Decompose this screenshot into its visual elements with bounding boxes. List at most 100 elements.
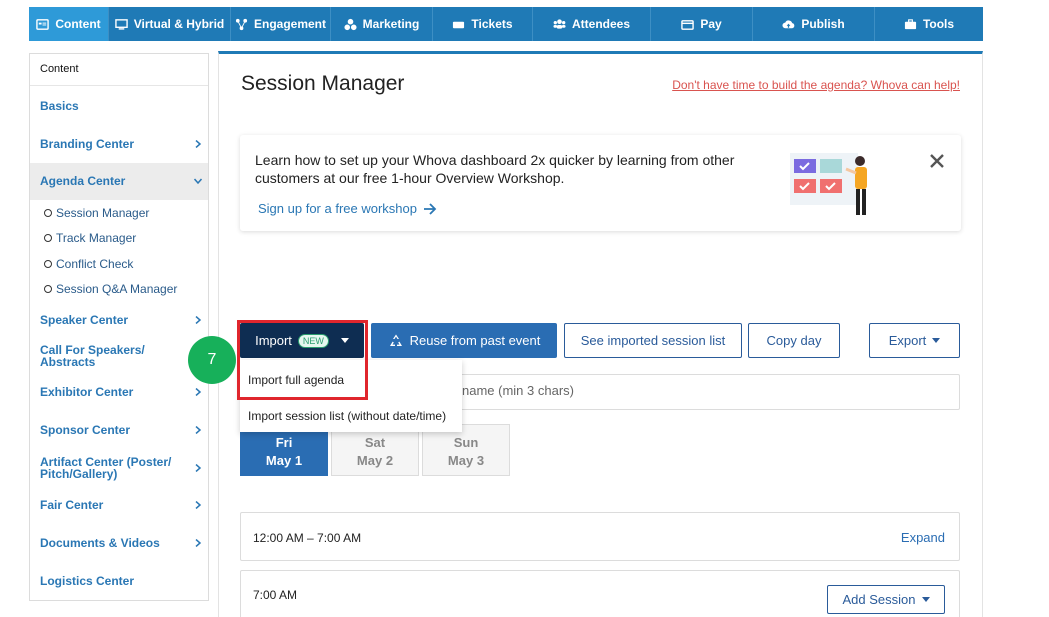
chevron-right-icon	[195, 140, 202, 148]
import-session-list-option[interactable]: Import session list (without date/time)	[248, 409, 446, 423]
sidebar-item-branding-center[interactable]: Branding Center	[30, 138, 208, 150]
sidebar-item-label: Logistics Center	[40, 574, 135, 588]
chevron-down-icon	[194, 178, 202, 185]
add-session-button[interactable]: Add Session	[827, 585, 945, 614]
sidebar-item-label: Agenda Center	[40, 174, 126, 188]
reuse-label: Reuse from past event	[409, 333, 541, 348]
slot-time: 12:00 AM – 7:00 AM	[253, 531, 362, 545]
time-slot: 7:00 AM Add Session	[240, 570, 960, 617]
sidebar-item-documents-videos[interactable]: Documents & Videos	[30, 537, 208, 549]
caret-down-icon	[921, 597, 930, 602]
tab-tickets[interactable]: Tickets	[433, 7, 533, 41]
import-dropdown-menu: Import full agenda Import session list (…	[240, 360, 462, 432]
tab-label: Tickets	[471, 17, 513, 31]
workshop-illustration	[790, 153, 867, 215]
sidebar-item-basics[interactable]: Basics	[30, 100, 208, 112]
page-title: Session Manager	[241, 72, 405, 95]
import-full-agenda-option[interactable]: Import full agenda	[248, 373, 344, 387]
chevron-right-icon	[195, 464, 202, 472]
sidebar-item-label: Sponsor Center	[40, 423, 131, 437]
monitor-icon	[114, 18, 128, 30]
copy-day-label: Copy day	[766, 333, 822, 348]
sidebar-item-label: Speaker Center	[40, 313, 129, 327]
time-slot: 12:00 AM – 7:00 AM Expand	[240, 512, 960, 561]
day-weekday: Sat	[364, 435, 386, 450]
see-imported-label: See imported session list	[580, 333, 726, 348]
card-icon	[681, 19, 695, 30]
chevron-right-icon	[195, 316, 202, 324]
circle-icon	[44, 285, 52, 293]
chevron-right-icon	[195, 539, 202, 547]
sidebar-subitem-label: Track Manager	[56, 231, 137, 245]
tab-marketing[interactable]: Marketing	[331, 7, 433, 41]
sidebar-item-artifact-center[interactable]: Artifact Center (Poster/ Pitch/Gallery)	[30, 456, 208, 480]
sidebar-subitem-label: Session Manager	[56, 206, 150, 220]
sidebar-subitem-label: Conflict Check	[56, 257, 134, 271]
tab-engagement[interactable]: Engagement	[231, 7, 331, 41]
tab-label: Virtual & Hybrid	[133, 17, 225, 31]
see-imported-list-button[interactable]: See imported session list	[564, 323, 742, 358]
sidebar-item-label: Exhibitor Center	[40, 385, 134, 399]
sidebar-subitem-conflict-check[interactable]: Conflict Check	[44, 257, 133, 271]
attendees-icon	[553, 18, 566, 29]
sidebar-item-exhibitor-center[interactable]: Exhibitor Center	[30, 386, 208, 398]
ticket-icon	[453, 21, 465, 28]
copy-day-button[interactable]: Copy day	[748, 323, 840, 358]
day-weekday: Fri	[275, 435, 293, 450]
circle-icon	[44, 260, 52, 268]
step-marker: 7	[188, 336, 236, 384]
chevron-right-icon	[195, 426, 202, 434]
sidebar-subitem-session-manager[interactable]: Session Manager	[44, 206, 149, 220]
sidebar-item-label: Branding Center	[40, 137, 135, 151]
workshop-banner: Learn how to set up your Whova dashboard…	[240, 135, 961, 231]
tab-publish[interactable]: Publish	[753, 7, 875, 41]
tab-virtual-hybrid[interactable]: Virtual & Hybrid	[109, 7, 231, 41]
sidebar-subitem-session-qa-manager[interactable]: Session Q&A Manager	[44, 282, 177, 296]
reuse-past-event-button[interactable]: Reuse from past event	[371, 323, 557, 358]
close-icon[interactable]	[929, 153, 945, 169]
sidebar-item-speaker-center[interactable]: Speaker Center	[30, 314, 208, 326]
top-nav: Content Virtual & Hybrid Engagement Mark…	[29, 7, 983, 41]
arrow-right-icon	[423, 202, 437, 215]
expand-link[interactable]: Expand	[901, 530, 945, 545]
marketing-icon	[344, 18, 357, 30]
sidebar-item-agenda-center[interactable]: Agenda Center	[30, 175, 208, 187]
agenda-help-link[interactable]: Don't have time to build the agenda? Who…	[672, 78, 960, 92]
banner-message: Learn how to set up your Whova dashboard…	[255, 152, 735, 186]
slot-time: 7:00 AM	[253, 588, 298, 602]
export-button[interactable]: Export	[869, 323, 960, 358]
day-date: May 3	[447, 453, 485, 468]
cloud-upload-icon	[782, 19, 795, 28]
day-weekday: Sun	[453, 435, 479, 450]
recycle-icon	[389, 334, 402, 346]
tab-content[interactable]: Content	[29, 7, 109, 41]
content-icon	[36, 18, 50, 30]
caret-down-icon	[932, 338, 941, 343]
tab-tools[interactable]: Tools	[875, 7, 983, 41]
import-button[interactable]: Import NEW	[240, 323, 364, 358]
sidebar-item-label: Fair Center	[40, 498, 104, 512]
toolbox-icon	[904, 18, 917, 29]
export-label: Export	[888, 333, 927, 348]
signup-label: Sign up for a free workshop	[258, 201, 417, 216]
circle-icon	[44, 209, 52, 217]
sidebar-item-label: Call For Speakers/ Abstracts	[40, 343, 145, 369]
sidebar-item-sponsor-center[interactable]: Sponsor Center	[30, 424, 208, 436]
sidebar-item-label: Documents & Videos	[40, 536, 160, 550]
sidebar-subitem-track-manager[interactable]: Track Manager	[44, 231, 136, 245]
sidebar-heading: Content	[30, 54, 208, 86]
tab-pay[interactable]: Pay	[651, 7, 753, 41]
new-badge: NEW	[297, 333, 329, 348]
tab-attendees[interactable]: Attendees	[533, 7, 651, 41]
caret-down-icon	[340, 338, 349, 343]
sidebar-item-fair-center[interactable]: Fair Center	[30, 499, 208, 511]
sidebar-item-label: Artifact Center (Poster/ Pitch/Gallery)	[40, 455, 172, 481]
engagement-icon	[235, 18, 248, 30]
circle-icon	[44, 234, 52, 242]
signup-workshop-link[interactable]: Sign up for a free workshop	[258, 201, 437, 216]
sidebar-item-label: Basics	[40, 99, 79, 113]
tab-label: Tools	[922, 17, 955, 31]
chevron-right-icon	[195, 388, 202, 396]
sidebar-item-logistics-center[interactable]: Logistics Center	[30, 575, 208, 587]
sidebar-item-call-for-speakers[interactable]: Call For Speakers/ Abstracts	[30, 344, 160, 368]
